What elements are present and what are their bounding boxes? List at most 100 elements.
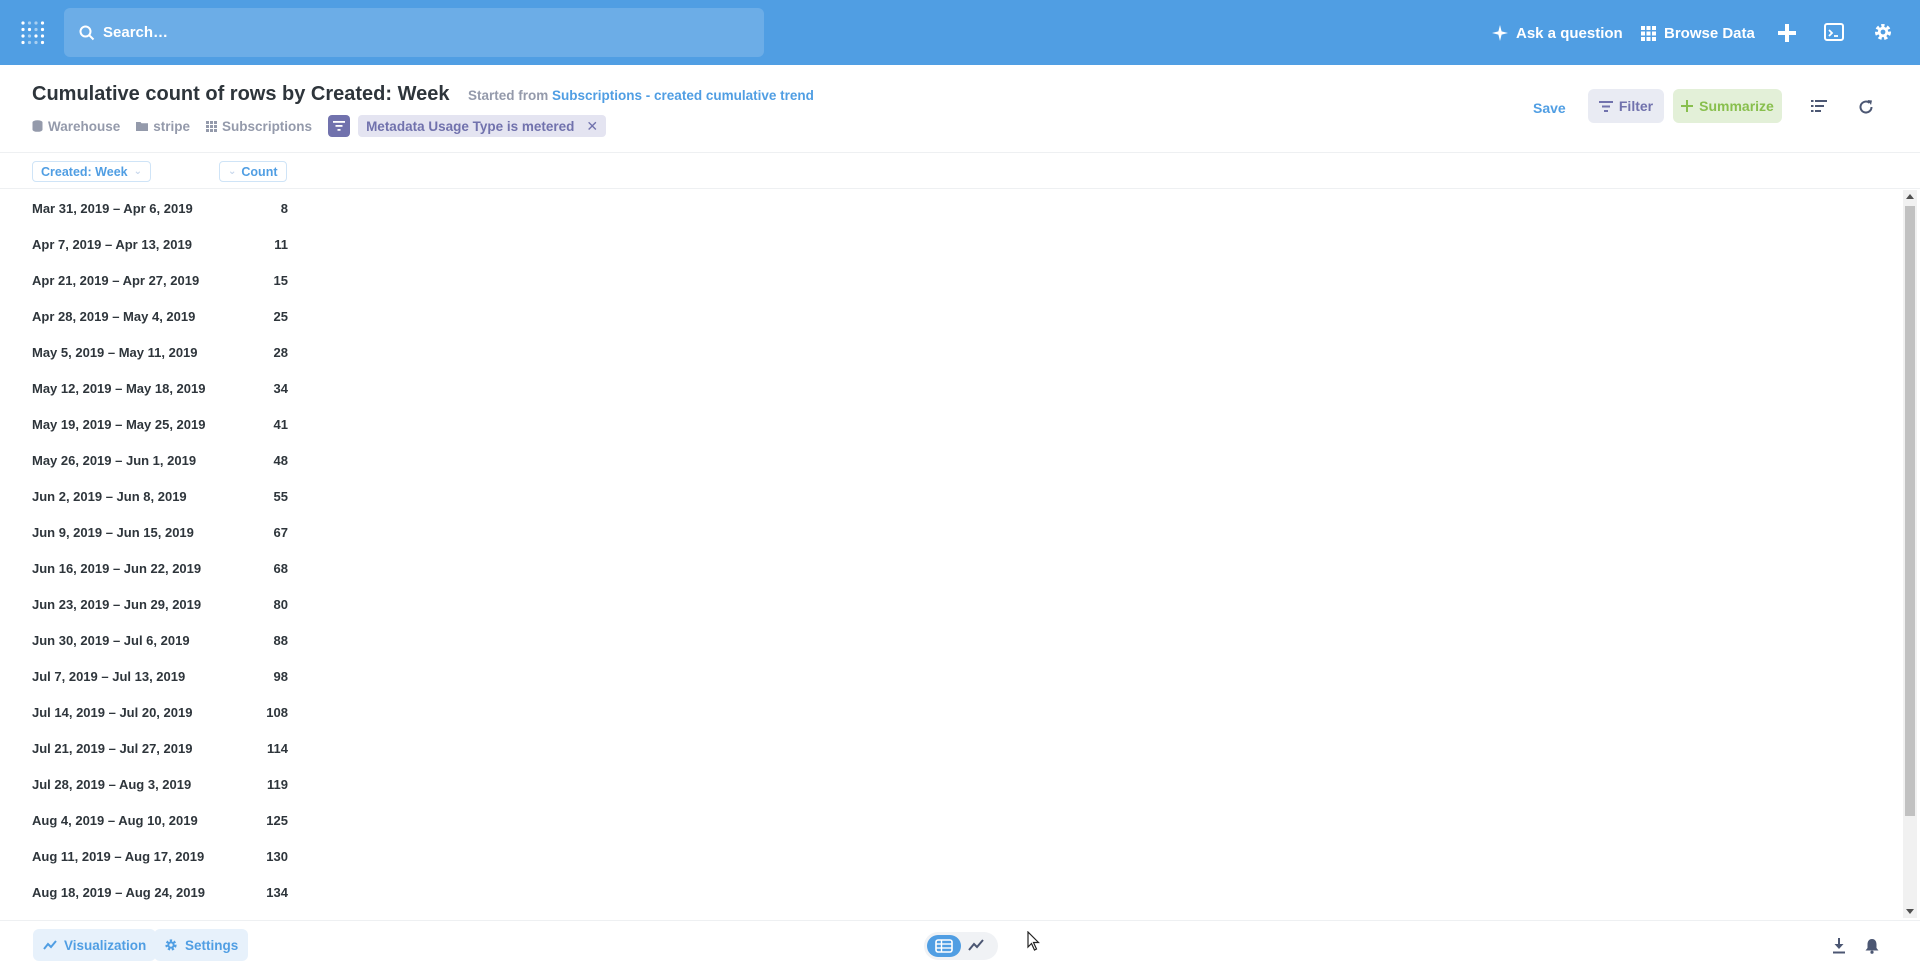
visualization-button[interactable]: Visualization [33,929,157,961]
breadcrumb-label: Subscriptions [222,118,313,134]
settings-label: Settings [185,937,239,953]
breadcrumb-subscriptions[interactable]: Subscriptions [206,119,312,134]
cell-count: 41 [273,417,288,432]
terminal-icon[interactable] [1824,22,1846,44]
table-row: May 19, 2019 – May 25, 2019 41 [0,406,300,442]
breadcrumb-stripe[interactable]: stripe [136,119,190,134]
summarize-button[interactable]: Summarize [1673,89,1782,123]
chart-view-toggle[interactable] [968,938,984,952]
table-row: Jun 9, 2019 – Jun 15, 2019 67 [0,514,300,550]
table-row: Aug 18, 2019 – Aug 24, 2019 134 [0,874,300,910]
started-from-link[interactable]: Subscriptions - created cumulative trend [552,88,814,103]
cell-week: Apr 28, 2019 – May 4, 2019 [32,309,196,324]
cell-count: 88 [273,633,288,648]
cell-week: Aug 4, 2019 – Aug 10, 2019 [32,813,198,828]
started-from-prefix: Started from [468,88,549,103]
line-chart-icon [968,938,984,952]
cell-week: Jun 23, 2019 – Jun 29, 2019 [32,597,202,612]
cell-count: 98 [273,669,288,684]
chevron-down-icon: ⌄ [133,166,142,177]
filter-button-label: Filter [1618,98,1654,114]
settings-button[interactable]: Settings [154,929,249,961]
download-icon[interactable] [1832,938,1846,954]
metabase-logo-icon[interactable] [20,20,46,46]
cell-count: 55 [273,489,288,504]
cell-week: Jun 2, 2019 – Jun 8, 2019 [32,489,187,504]
table-row: Jun 23, 2019 – Jun 29, 2019 80 [0,586,300,622]
cell-count: 80 [273,597,288,612]
cell-count: 8 [280,201,288,216]
cell-count: 48 [273,453,288,468]
plus-icon[interactable] [1776,22,1798,44]
filter-pill[interactable]: Metadata Usage Type is metered ✕ [358,115,607,137]
save-button[interactable]: Save [1533,100,1566,116]
breadcrumb-warehouse[interactable]: Warehouse [32,119,120,134]
cell-week: May 26, 2019 – Jun 1, 2019 [32,453,197,468]
cell-count: 68 [273,561,288,576]
folder-icon [136,121,153,131]
cell-count: 134 [266,885,288,900]
cell-week: Jul 7, 2019 – Jul 13, 2019 [32,669,186,684]
search-input[interactable]: Search… [103,24,168,41]
scroll-down-arrow-icon[interactable] [1906,909,1914,914]
table-body: Mar 31, 2019 – Apr 6, 2019 8 Apr 7, 2019 … [0,190,1900,920]
table-row: Apr 28, 2019 – May 4, 2019 25 [0,298,300,334]
visualization-label: Visualization [64,937,147,953]
filter-icon [333,121,346,131]
column-header-label: Created: Week [41,164,128,179]
started-from: Started from Subscriptions - created cum… [468,88,814,103]
cell-count: 25 [273,309,288,324]
cell-week: Mar 31, 2019 – Apr 6, 2019 [32,201,193,216]
cell-count: 11 [274,237,288,252]
table-row: Aug 4, 2019 – Aug 10, 2019 125 [0,802,300,838]
cell-week: Jul 28, 2019 – Aug 3, 2019 [32,777,192,792]
breadcrumb-label: stripe [153,118,191,134]
cell-count: 130 [266,849,288,864]
cell-count: 108 [266,705,288,720]
bell-icon[interactable] [1864,938,1880,954]
plus-icon [1681,100,1699,112]
line-chart-icon [43,939,64,951]
vertical-scrollbar[interactable] [1903,190,1917,918]
chevron-down-icon: ⌄ [228,166,237,177]
cell-count: 114 [267,741,288,756]
close-icon[interactable]: ✕ [586,118,598,135]
browse-data-button[interactable]: Browse Data [1641,21,1755,45]
table-row: Jul 28, 2019 – Aug 3, 2019 119 [0,766,300,802]
table-row: Apr 7, 2019 – Apr 13, 2019 11 [0,226,300,262]
database-icon [32,120,48,132]
footer-bar: Visualization Settings [0,920,1920,969]
cell-count: 119 [267,777,288,792]
cell-week: Jun 16, 2019 – Jun 22, 2019 [32,561,202,576]
column-header-count[interactable]: ⌄ Count [219,161,287,182]
table-row: Jun 30, 2019 – Jul 6, 2019 88 [0,622,300,658]
mouse-cursor-icon [1027,931,1041,951]
table-row: Jul 14, 2019 – Jul 20, 2019 108 [0,694,300,730]
table-row: Jul 21, 2019 – Jul 27, 2019 114 [0,730,300,766]
scrollbar-thumb[interactable] [1905,206,1915,816]
scroll-up-arrow-icon[interactable] [1906,194,1914,199]
table-header: Created: Week ⌄ ⌄ Count [0,153,1920,189]
cell-count: 125 [266,813,288,828]
table-row: May 5, 2019 – May 11, 2019 28 [0,334,300,370]
filter-icon [1598,100,1619,112]
cell-week: May 19, 2019 – May 25, 2019 [32,417,206,432]
ask-question-button[interactable]: Ask a question [1492,21,1623,45]
search-bar[interactable]: Search… [64,8,764,57]
table-row: Jun 2, 2019 – Jun 8, 2019 55 [0,478,300,514]
breadcrumb-label: Warehouse [48,118,121,134]
column-header-created-week[interactable]: Created: Week ⌄ [32,161,151,182]
cell-week: Jul 21, 2019 – Jul 27, 2019 [32,741,193,756]
table-icon [935,939,953,953]
table-view-toggle[interactable] [927,935,961,957]
cell-week: Aug 18, 2019 – Aug 24, 2019 [32,885,205,900]
table-icon [206,120,222,132]
filter-toggle-button[interactable] [328,115,351,137]
summarize-button-label: Summarize [1699,98,1774,114]
breadcrumb: Warehouse stripe Subscriptions Metadata … [32,115,607,137]
refresh-icon[interactable] [1858,99,1874,115]
filter-button[interactable]: Filter [1588,89,1664,123]
cell-count: 67 [273,525,288,540]
list-icon[interactable] [1811,99,1827,113]
gear-icon[interactable] [1873,22,1895,44]
